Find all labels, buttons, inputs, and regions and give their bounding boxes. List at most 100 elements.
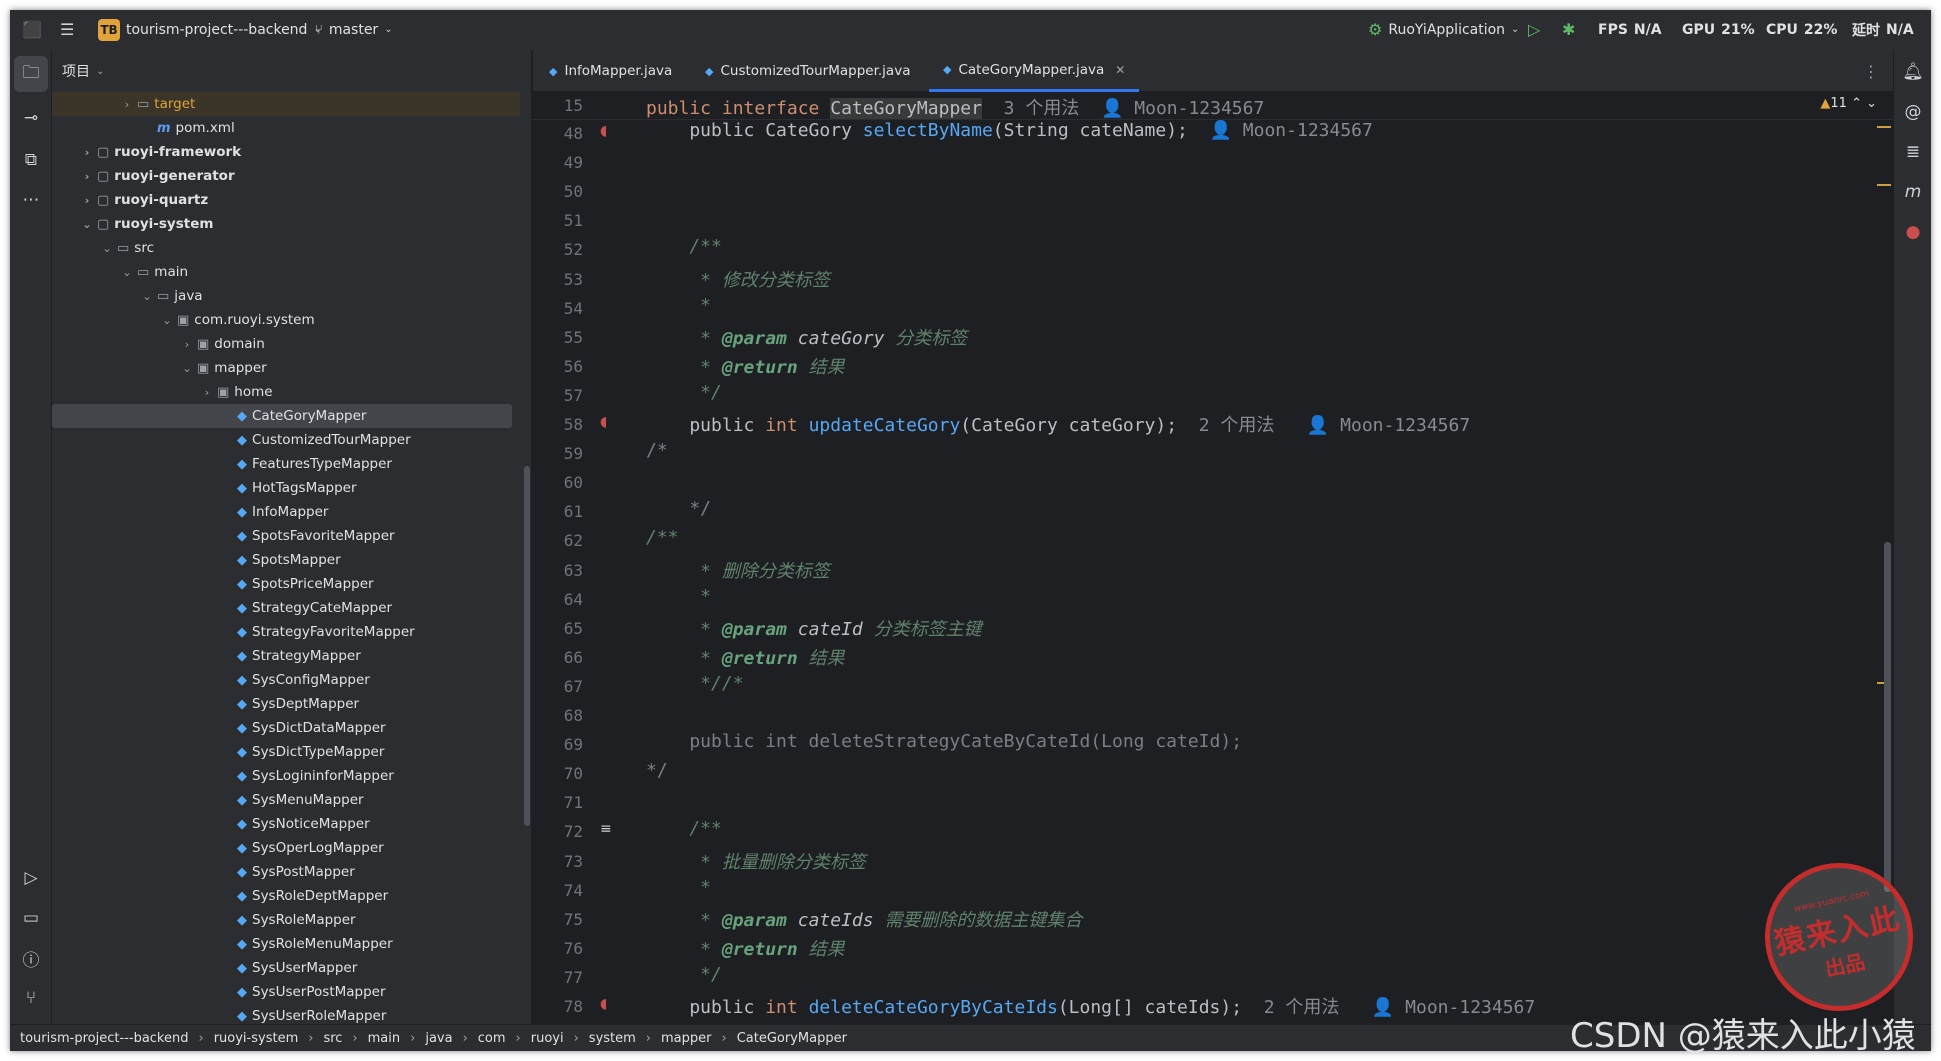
tab-categorymapper[interactable]: ◆ CateGoryMapper.java ✕ xyxy=(929,50,1140,92)
breadcrumb-item[interactable]: mapper xyxy=(661,1031,711,1046)
chevron-icon[interactable]: ⌄ xyxy=(100,242,114,255)
warning-stripe[interactable] xyxy=(1877,126,1891,128)
chevron-icon[interactable]: ⌄ xyxy=(160,314,174,327)
tree-item[interactable]: ◆ SysOperLogMapper xyxy=(52,836,520,860)
tree-item[interactable]: ⌄ ▭ main xyxy=(52,260,520,284)
chevron-icon[interactable]: › xyxy=(180,338,194,351)
tree-item[interactable]: ◆ SysNoticeMapper xyxy=(52,812,520,836)
run-config-selector[interactable]: ⚙ RuoYiApplication ⌄ xyxy=(1368,10,1519,50)
project-switcher[interactable]: TB tourism-project---backend ⌄ xyxy=(98,10,322,50)
breadcrumb-item[interactable]: CateGoryMapper xyxy=(737,1031,847,1046)
breadcrumb-item[interactable]: java xyxy=(425,1031,452,1046)
mybatis-gutter-icon[interactable]: ◖ xyxy=(600,123,607,139)
problems-tool-button[interactable]: ⓘ xyxy=(10,940,52,976)
breadcrumb-item[interactable]: ruoyi-system xyxy=(214,1031,299,1046)
tree-item[interactable]: ◆ SysMenuMapper xyxy=(52,788,520,812)
code-editor[interactable]: 48 ◖ 49 50 51 52 53 54 55 56 57 58 ◖ 59 60 61 62 63 64 65 66… xyxy=(533,92,1893,1024)
tree-item[interactable]: ◆ SysDictDataMapper xyxy=(52,716,520,740)
git-tool-button[interactable]: ⑂ xyxy=(10,980,52,1016)
more-tools-button[interactable]: ⋯ xyxy=(10,182,52,218)
tree-item[interactable]: ⌄ ▭ src xyxy=(52,236,520,260)
notifications-button[interactable]: 🔔︎ xyxy=(1894,54,1932,90)
terminal-tool-button[interactable]: ▭ xyxy=(10,900,52,936)
services-tool-button[interactable]: ▷ xyxy=(10,860,52,896)
tree-item[interactable]: ◆ SysRoleMapper xyxy=(52,908,520,932)
tree-item[interactable]: › ▢ ruoyi-generator xyxy=(52,164,520,188)
tree-item[interactable]: ◆ InfoMapper xyxy=(52,500,520,524)
editor-scrollbar[interactable] xyxy=(1884,542,1891,892)
mybatis-gutter-icon[interactable]: ◖ xyxy=(600,414,607,430)
breadcrumb-item[interactable]: tourism-project---backend xyxy=(20,1031,189,1046)
database-button[interactable]: ≣ xyxy=(1894,134,1932,170)
chevron-icon[interactable]: ⌄ xyxy=(120,266,134,279)
maven-button[interactable]: m xyxy=(1894,174,1932,210)
tab-infomapper[interactable]: ◆ InfoMapper.java xyxy=(535,50,686,92)
tree-item-label: java xyxy=(174,288,203,304)
project-scrollbar[interactable] xyxy=(524,466,530,826)
render-doc-icon[interactable]: ≡ xyxy=(600,821,612,837)
tree-item[interactable]: ◆ SysRoleDeptMapper xyxy=(52,884,520,908)
tree-item[interactable]: ⌄ ▣ mapper xyxy=(52,356,520,380)
tree-item[interactable]: ◆ SysUserRoleMapper xyxy=(52,1004,520,1024)
commit-tool-button[interactable]: ⊸ xyxy=(10,100,52,136)
breadcrumb-item[interactable]: main xyxy=(368,1031,400,1046)
warnings-indicator[interactable]: ▲11 ⌃ ⌄ xyxy=(1820,96,1877,111)
branch-switcher[interactable]: ⑂ master ⌄ xyxy=(315,10,393,50)
tree-item[interactable]: ◆ SpotsMapper xyxy=(52,548,520,572)
mybatis-button[interactable]: ● xyxy=(1894,214,1932,250)
debug-button[interactable]: ✱ xyxy=(1562,10,1575,50)
tree-item[interactable]: ◆ StrategyFavoriteMapper xyxy=(52,620,520,644)
tree-item[interactable]: ◆ SpotsPriceMapper xyxy=(52,572,520,596)
tree-item[interactable]: › ▢ ruoyi-quartz xyxy=(52,188,520,212)
close-icon[interactable]: ✕ xyxy=(1115,63,1125,77)
tree-item[interactable]: ◆ CustomizedTourMapper xyxy=(52,428,520,452)
structure-tool-button[interactable]: ⧉ xyxy=(10,142,52,178)
breadcrumb-item[interactable]: ruoyi xyxy=(531,1031,564,1046)
tree-item[interactable]: ◆ HotTagsMapper xyxy=(52,476,520,500)
chevron-icon[interactable]: ⌄ xyxy=(80,218,94,231)
tree-item[interactable]: ◆ SysLogininforMapper xyxy=(52,764,520,788)
usages-hint[interactable]: 3 个用法 xyxy=(1004,98,1080,119)
chevron-icon[interactable]: › xyxy=(80,146,94,159)
chevron-icon[interactable]: › xyxy=(80,170,94,183)
tree-item[interactable]: ◆ SysPostMapper xyxy=(52,860,520,884)
tab-customizedtourmapper[interactable]: ◆ CustomizedTourMapper.java xyxy=(691,50,924,92)
tree-item[interactable]: ◆ SysUserMapper xyxy=(52,956,520,980)
tree-item[interactable]: ◆ SysUserPostMapper xyxy=(52,980,520,1004)
tree-item[interactable]: ⌄ ▢ ruoyi-system xyxy=(52,212,520,236)
editor-gutter[interactable]: 48 ◖ 49 50 51 52 53 54 55 56 57 58 ◖ 59 60 61 62 63 64 65 66… xyxy=(533,92,612,1024)
tree-item[interactable]: ⌄ ▭ java xyxy=(52,284,520,308)
tree-item[interactable]: ◆ FeaturesTypeMapper xyxy=(52,452,520,476)
warning-stripe[interactable] xyxy=(1877,184,1891,186)
tree-item[interactable]: m pom.xml xyxy=(52,116,520,140)
chevron-icon[interactable]: ⌄ xyxy=(140,290,154,303)
app-icon[interactable]: ⬛ xyxy=(22,10,42,50)
chevron-icon[interactable]: ⌄ xyxy=(180,362,194,375)
mybatis-gutter-icon[interactable]: ◖ xyxy=(600,996,607,1012)
tree-item[interactable]: ◆ SysConfigMapper xyxy=(52,668,520,692)
tree-item[interactable]: › ▣ domain xyxy=(52,332,520,356)
tree-item[interactable]: ◆ SysDictTypeMapper xyxy=(52,740,520,764)
ai-assistant-button[interactable]: @ xyxy=(1894,94,1932,130)
tree-item[interactable]: › ▭ target xyxy=(52,92,520,116)
tree-item[interactable]: › ▣ home xyxy=(52,380,520,404)
chevron-icon[interactable]: › xyxy=(200,386,214,399)
breadcrumb-item[interactable]: com xyxy=(478,1031,506,1046)
tree-item[interactable]: › ▢ ruoyi-framework xyxy=(52,140,520,164)
tab-options-icon[interactable]: ⋮ xyxy=(1863,62,1879,81)
run-button[interactable]: ▷ xyxy=(1528,10,1540,50)
tree-item[interactable]: ◆ StrategyCateMapper xyxy=(52,596,520,620)
breadcrumb-item[interactable]: src xyxy=(323,1031,342,1046)
chevron-icon[interactable]: › xyxy=(120,98,134,111)
breadcrumb-item[interactable]: system xyxy=(589,1031,636,1046)
tree-item[interactable]: ◆ SysDeptMapper xyxy=(52,692,520,716)
tree-item[interactable]: ◆ StrategyMapper xyxy=(52,644,520,668)
project-panel-header[interactable]: 项目 ⌄ xyxy=(52,50,531,92)
tree-item[interactable]: ◆ SysRoleMenuMapper xyxy=(52,932,520,956)
main-menu-button[interactable]: ☰ xyxy=(60,10,74,50)
tree-item[interactable]: ◆ CateGoryMapper xyxy=(52,404,512,428)
tree-item[interactable]: ◆ SpotsFavoriteMapper xyxy=(52,524,520,548)
project-tool-button[interactable]: 🗀 xyxy=(14,56,48,92)
tree-item[interactable]: ⌄ ▣ com.ruoyi.system xyxy=(52,308,520,332)
chevron-icon[interactable]: › xyxy=(80,194,94,207)
